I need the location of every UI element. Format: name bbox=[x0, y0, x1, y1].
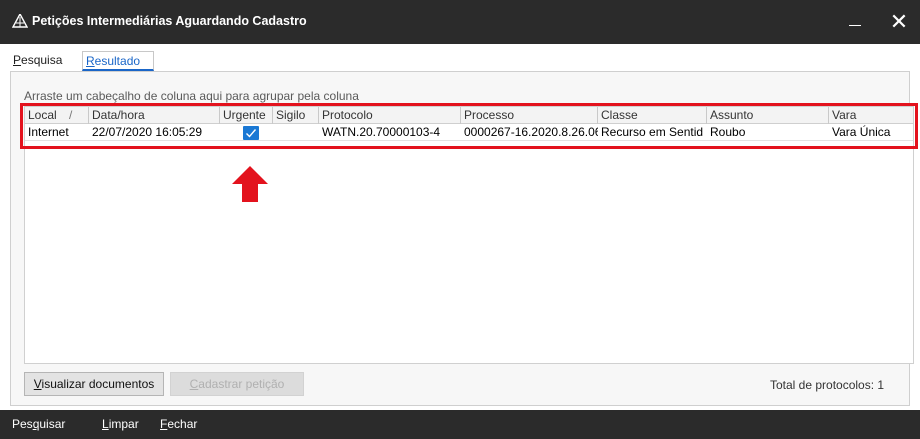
results-grid: Local / Data/hora Urgente Sigilo Protoco… bbox=[24, 106, 914, 364]
column-header-datahora[interactable]: Data/hora bbox=[89, 107, 220, 124]
column-header-processo[interactable]: Processo bbox=[461, 107, 598, 124]
close-icon[interactable]: ✕ bbox=[884, 8, 914, 38]
tab-pesquisa[interactable]: Pesquisa bbox=[10, 51, 80, 71]
menu-fechar[interactable]: Fechar bbox=[160, 417, 197, 431]
cell-processo: 0000267-16.2020.8.26.06 bbox=[464, 125, 598, 139]
menu-pesquisar[interactable]: Pesquisar bbox=[12, 417, 65, 431]
table-row[interactable]: Internet 22/07/2020 16:05:29 WATN.20.700… bbox=[25, 125, 913, 141]
cell-vara: Vara Única bbox=[832, 125, 891, 139]
column-header-urgente[interactable]: Urgente bbox=[220, 107, 273, 124]
title-bar: Petições Intermediárias Aguardando Cadas… bbox=[0, 0, 920, 44]
column-header-assunto[interactable]: Assunto bbox=[707, 107, 829, 124]
tab-resultado[interactable]: Resultado bbox=[82, 51, 154, 71]
sort-indicator-icon: / bbox=[69, 108, 73, 122]
cell-protocolo: WATN.20.70000103-4 bbox=[322, 125, 441, 139]
urgente-checkbox[interactable] bbox=[243, 126, 259, 140]
cell-classe: Recurso em Sentid bbox=[601, 125, 704, 139]
column-header-local[interactable]: Local / bbox=[25, 107, 89, 124]
minimize-button[interactable] bbox=[840, 8, 870, 34]
footer-menu: Pesquisar Limpar Fechar bbox=[0, 410, 920, 439]
total-protocolos: Total de protocolos: 1 bbox=[770, 378, 885, 392]
scales-icon bbox=[12, 14, 28, 28]
visualizar-documentos-button[interactable]: Visualizar documentos bbox=[24, 372, 164, 396]
cell-datahora: 22/07/2020 16:05:29 bbox=[92, 125, 203, 139]
cell-sigilo bbox=[273, 125, 319, 141]
cadastrar-peticao-button[interactable]: Cadastrar petição bbox=[170, 372, 304, 396]
cell-local: Internet bbox=[28, 125, 69, 139]
column-header-protocolo[interactable]: Protocolo bbox=[319, 107, 461, 124]
arrow-up-icon bbox=[232, 166, 268, 202]
grid-header: Local / Data/hora Urgente Sigilo Protoco… bbox=[25, 107, 913, 124]
column-header-classe[interactable]: Classe bbox=[598, 107, 707, 124]
checkmark-icon bbox=[246, 129, 257, 138]
menu-limpar[interactable]: Limpar bbox=[102, 417, 139, 431]
column-header-sigilo[interactable]: Sigilo bbox=[273, 107, 319, 124]
column-header-vara[interactable]: Vara bbox=[829, 107, 914, 124]
window-title: Petições Intermediárias Aguardando Cadas… bbox=[32, 14, 307, 28]
cell-assunto: Roubo bbox=[710, 125, 746, 139]
group-by-hint: Arraste um cabeçalho de coluna aqui para… bbox=[24, 89, 359, 103]
